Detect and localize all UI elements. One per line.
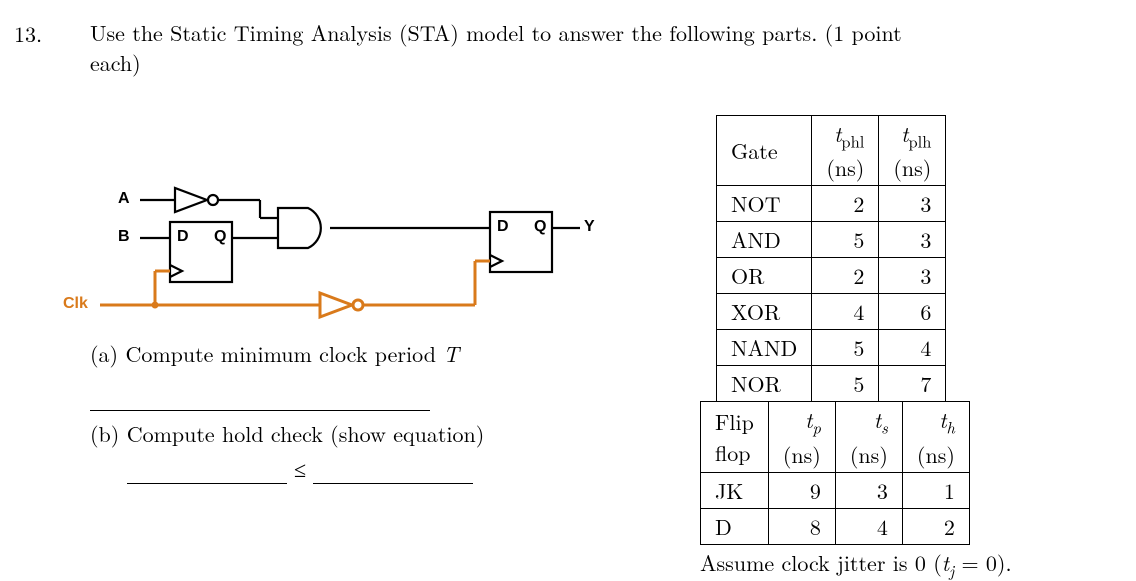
table-row: AND53 xyxy=(717,222,946,258)
ff-table-header: Flip flop tp (ns) ts (ns) th (ns) xyxy=(701,402,970,472)
circuit-svg xyxy=(60,170,580,330)
label-clk: Clk xyxy=(63,295,88,313)
label-d1: D xyxy=(177,228,189,246)
gate-tphl: 5 xyxy=(812,366,879,402)
jitter-note-pre: Assume clock jitter is 0 ( xyxy=(700,547,942,578)
ff-header-th-unit: (ns) xyxy=(917,439,955,470)
label-d2: D xyxy=(497,218,509,236)
label-y: Y xyxy=(584,218,595,236)
ff-name: JK xyxy=(701,472,769,508)
ff-header-name: Flip flop xyxy=(701,402,769,472)
ff-header-name-l2: flop xyxy=(715,437,750,468)
ff-header-tp-sub: p xyxy=(812,415,820,439)
gate-tphl: 2 xyxy=(812,258,879,294)
gate-tplh: 3 xyxy=(879,258,946,294)
page: 13. Use the Static Timing Analysis (STA)… xyxy=(0,0,1136,575)
gate-name: OR xyxy=(717,258,812,294)
gate-name: NAND xyxy=(717,330,812,366)
gate-header-tphl-unit: (ns) xyxy=(826,152,864,183)
part-b: (b) Compute hold check (show equation) ≤ xyxy=(90,418,510,484)
ff-header-tp-unit: (ns) xyxy=(783,439,821,470)
flipflop-table: Flip flop tp (ns) ts (ns) th (ns) JK931 … xyxy=(700,401,970,544)
part-b-text: Compute hold check (show equation) xyxy=(127,418,485,449)
question-text: Use the Static Timing Analysis (STA) mod… xyxy=(90,18,1086,77)
table-row: NAND54 xyxy=(717,330,946,366)
jitter-note-post: = 0). xyxy=(954,547,1011,578)
part-b-relation: ≤ xyxy=(294,453,306,484)
gate-header-tplh: tplh (ns) xyxy=(879,116,946,186)
gate-tplh: 7 xyxy=(879,366,946,402)
gate-name: NOT xyxy=(717,186,812,222)
ff-tp: 9 xyxy=(768,472,835,508)
gate-table-header: Gate tphl (ns) tplh (ns) xyxy=(717,116,946,186)
ff-header-name-l1: Flip xyxy=(715,406,754,437)
gate-header-tphl-sub: phl xyxy=(841,128,864,152)
gate-tphl: 4 xyxy=(812,294,879,330)
gate-name: NOR xyxy=(717,366,812,402)
ff-header-th-sub: h xyxy=(947,415,955,439)
ff-header-ts-unit: (ns) xyxy=(850,439,888,470)
table-row: OR23 xyxy=(717,258,946,294)
ff-header-tp: tp (ns) xyxy=(768,402,835,472)
ff-header-th-sym: t xyxy=(939,404,946,435)
ff-th: 1 xyxy=(902,472,969,508)
label-a: A xyxy=(118,190,130,208)
gate-name: XOR xyxy=(717,294,812,330)
gate-tphl: 5 xyxy=(812,222,879,258)
table-row: JK931 xyxy=(701,472,970,508)
table-row: NOR57 xyxy=(717,366,946,402)
part-b-rhs-line xyxy=(313,454,473,484)
ff-name: D xyxy=(701,508,769,544)
part-a: (a) Compute minimum clock period T xyxy=(90,338,459,411)
gate-tplh: 6 xyxy=(879,294,946,330)
part-b-label: (b) xyxy=(90,418,119,449)
gate-header-tplh-sub: plh xyxy=(908,128,931,152)
gate-name: AND xyxy=(717,222,812,258)
gate-tphl: 2 xyxy=(812,186,879,222)
table-row: NOT23 xyxy=(717,186,946,222)
ff-tp: 8 xyxy=(768,508,835,544)
jitter-note-sym: t xyxy=(942,547,949,578)
ff-header-th: th (ns) xyxy=(902,402,969,472)
table-row: XOR46 xyxy=(717,294,946,330)
gate-tplh: 3 xyxy=(879,222,946,258)
gate-header-tplh-unit: (ns) xyxy=(893,152,931,183)
part-a-text: Compute minimum clock period xyxy=(125,338,436,369)
circuit-diagram: A B Clk D Q D Q Y xyxy=(60,170,580,330)
question-number: 13. xyxy=(14,18,42,49)
gate-header-tphl: tphl (ns) xyxy=(812,116,879,186)
question-line1: Use the Static Timing Analysis (STA) mod… xyxy=(90,17,902,48)
table-row: D842 xyxy=(701,508,970,544)
gate-tphl: 5 xyxy=(812,330,879,366)
part-a-label: (a) xyxy=(90,338,118,369)
ff-header-ts-sub: s xyxy=(881,415,888,439)
ff-th: 2 xyxy=(902,508,969,544)
tables-area: Gate tphl (ns) tplh (ns) NOT23 AND53 OR2… xyxy=(700,115,1012,581)
ff-header-ts: ts (ns) xyxy=(835,402,902,472)
ff-ts: 4 xyxy=(835,508,902,544)
part-b-lhs-line xyxy=(127,454,287,484)
gate-tplh: 4 xyxy=(879,330,946,366)
label-q1: Q xyxy=(214,228,226,246)
ff-ts: 3 xyxy=(835,472,902,508)
label-q2: Q xyxy=(534,218,546,236)
gate-table: Gate tphl (ns) tplh (ns) NOT23 AND53 OR2… xyxy=(716,115,946,402)
part-a-answer-line xyxy=(90,373,430,411)
gate-tplh: 3 xyxy=(879,186,946,222)
question-line2: each) xyxy=(90,47,141,78)
label-b: B xyxy=(118,228,130,246)
jitter-note: Assume clock jitter is 0 (tj = 0). xyxy=(700,547,1012,581)
part-a-symbol: T xyxy=(443,338,459,369)
gate-header-name: Gate xyxy=(717,116,812,186)
